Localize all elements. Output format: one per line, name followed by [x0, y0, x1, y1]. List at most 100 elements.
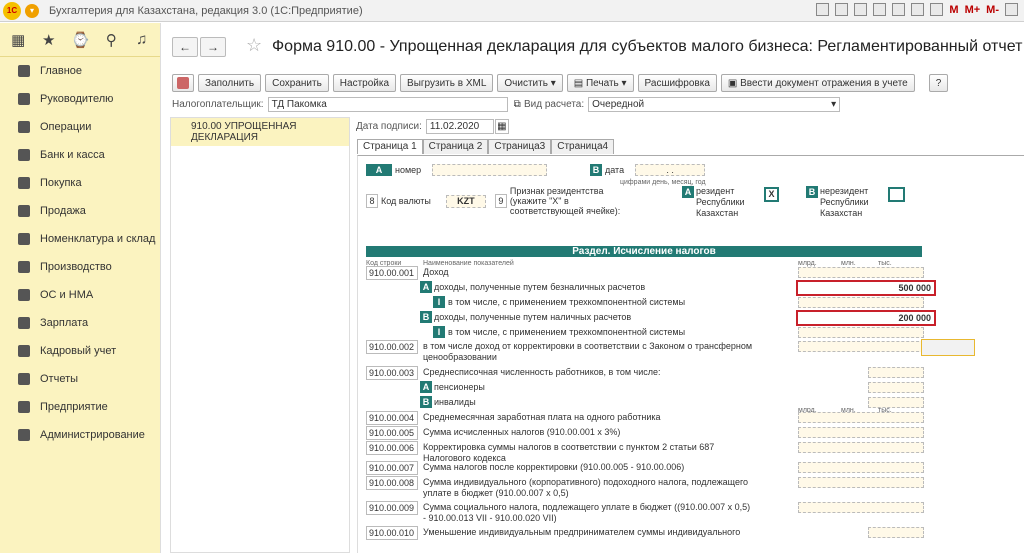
settings-button[interactable]: Настройка [332, 74, 397, 92]
link-icon[interactable] [892, 3, 906, 16]
currency-field[interactable]: KZT [445, 194, 486, 208]
sidebar-item-label: Номенклатура и склад [40, 233, 156, 245]
tab-page-1[interactable]: Страница 1 [357, 139, 423, 154]
resident-checkbox[interactable]: X [764, 187, 779, 202]
row-value-field[interactable] [798, 502, 924, 513]
section-icon [18, 429, 30, 441]
row-value-field[interactable] [798, 412, 924, 423]
memory-plus-button[interactable]: M+ [965, 4, 981, 16]
help-button[interactable]: ? [928, 74, 949, 92]
section-icon [18, 93, 30, 105]
row-label: доходы, полученные путем наличных расчет… [434, 312, 632, 322]
taxpayer-field[interactable]: ТД Пакомка [267, 97, 508, 112]
sidebar-item[interactable]: Номенклатура и склад [0, 225, 160, 253]
tab-page-2[interactable]: Страница 2 [422, 139, 489, 154]
tab-page-4[interactable]: Страница4 [551, 139, 615, 154]
row-label: Корректировка суммы налогов в соответств… [423, 442, 715, 463]
info-icon[interactable] [1005, 3, 1018, 16]
row-value-field[interactable] [798, 297, 924, 308]
sidebar-item[interactable]: Операции [0, 113, 160, 141]
row-value-field[interactable] [868, 367, 924, 378]
open-icon[interactable]: ⧉ [514, 99, 521, 110]
letter-a-icon: A [682, 186, 694, 198]
print-button[interactable]: ▤ Печать ▾ [566, 74, 634, 92]
row-value-field[interactable] [798, 267, 924, 278]
calendar-icon[interactable] [911, 3, 925, 16]
calculator-icon[interactable] [930, 3, 944, 16]
print-icon[interactable] [835, 3, 849, 16]
code-8: 8 [366, 194, 378, 208]
sidebar-item[interactable]: Кадровый учет [0, 337, 160, 365]
clear-button[interactable]: Очистить ▾ [497, 74, 563, 92]
row-value-field[interactable] [868, 527, 924, 538]
row-value-field[interactable] [798, 442, 924, 453]
save-icon[interactable] [816, 3, 830, 16]
row-value-field[interactable] [798, 477, 924, 488]
row-value-field[interactable] [868, 397, 924, 408]
save-button[interactable]: Сохранить [265, 74, 329, 92]
row-value-field[interactable] [798, 327, 924, 338]
chevron-down-icon: ▾ [831, 99, 837, 110]
letter-a-icon: A [420, 281, 432, 293]
taxpayer-label: Налогоплательщик: [172, 99, 264, 110]
list-item[interactable]: 910.00 УПРОЩЕННАЯ ДЕКЛАРАЦИЯ [171, 118, 349, 146]
sign-date-field[interactable]: 11.02.2020 [425, 119, 494, 134]
sidebar-item-label: Отчеты [40, 373, 79, 385]
sidebar-item-label: Банк и касса [40, 149, 105, 161]
report-icon-button[interactable] [172, 74, 194, 92]
memory-m-button[interactable]: M [949, 4, 958, 16]
sidebar-item[interactable]: Предприятие [0, 393, 160, 421]
nonresident-checkbox[interactable] [888, 187, 905, 202]
row-value-field[interactable]: 200 000 [796, 310, 936, 326]
copy-icon[interactable] [873, 3, 887, 16]
export-xml-button[interactable]: Выгрузить в XML [400, 74, 494, 92]
favorite-star-icon[interactable]: ☆ [246, 35, 262, 56]
section-icon [18, 261, 30, 273]
row-value-field[interactable] [798, 341, 924, 352]
row-value-field[interactable] [868, 382, 924, 393]
main-menu-icon[interactable]: ▾ [25, 3, 39, 18]
row-value-field[interactable] [798, 427, 924, 438]
sidebar: ▦ ★ ⌚ ⚲ ♫ Главное Руководителю Операции Бан… [0, 23, 161, 553]
sidebar-item[interactable]: Администрирование [0, 421, 160, 449]
active-cell[interactable] [921, 339, 975, 356]
sidebar-item[interactable]: Руководителю [0, 85, 160, 113]
memory-minus-button[interactable]: M- [986, 4, 999, 16]
search-icon[interactable]: ⚲ [103, 31, 120, 49]
date-field[interactable]: . . [635, 164, 706, 176]
fill-button[interactable]: Заполнить [198, 74, 262, 92]
row-value-field[interactable] [798, 462, 924, 473]
preview-icon[interactable] [854, 3, 868, 16]
sidebar-item[interactable]: Покупка [0, 169, 160, 197]
calc-type-select[interactable]: Очередной ▾ [588, 97, 841, 112]
row-code: 910.00.006 [366, 441, 418, 455]
sidebar-item[interactable]: Главное [0, 57, 160, 85]
history-icon[interactable]: ⌚ [71, 31, 90, 49]
sidebar-item-label: Продажа [40, 205, 86, 217]
number-field[interactable] [432, 164, 548, 176]
main-area: ← → ☆ Форма 910.00 - Упрощенная декларац… [162, 23, 1024, 553]
row-label: Сумма индивидуального (корпоративного) п… [423, 477, 749, 498]
section-icon [18, 289, 30, 301]
sidebar-item[interactable]: Банк и касса [0, 141, 160, 169]
enter-document-button[interactable]: ▣ Ввести документ отражения в учете [720, 74, 915, 92]
report-form: Дата подписи: 11.02.2020 ▦ Страница 1 Стр… [352, 117, 1024, 553]
sidebar-item-label: Зарплата [40, 317, 89, 329]
sidebar-item[interactable]: Отчеты [0, 365, 160, 393]
row-code: 910.00.003 [366, 366, 418, 380]
bell-icon[interactable]: ♫ [134, 31, 151, 48]
sidebar-item[interactable]: Зарплата [0, 309, 160, 337]
sidebar-item[interactable]: ОС и НМА [0, 281, 160, 309]
decode-button[interactable]: Расшифровка [637, 74, 717, 92]
tab-page-3[interactable]: Страница3 [488, 139, 552, 154]
calendar-icon[interactable]: ▦ [494, 119, 509, 134]
apps-grid-icon[interactable]: ▦ [10, 31, 27, 49]
sidebar-item[interactable]: Продажа [0, 197, 160, 225]
section-icon [18, 149, 30, 161]
sidebar-item-label: Производство [40, 261, 112, 273]
back-button[interactable]: ← [172, 37, 198, 57]
row-value-field[interactable]: 500 000 [796, 280, 936, 296]
sidebar-item[interactable]: Производство [0, 253, 160, 281]
favorites-star-icon[interactable]: ★ [41, 31, 58, 49]
forward-button[interactable]: → [200, 37, 226, 57]
